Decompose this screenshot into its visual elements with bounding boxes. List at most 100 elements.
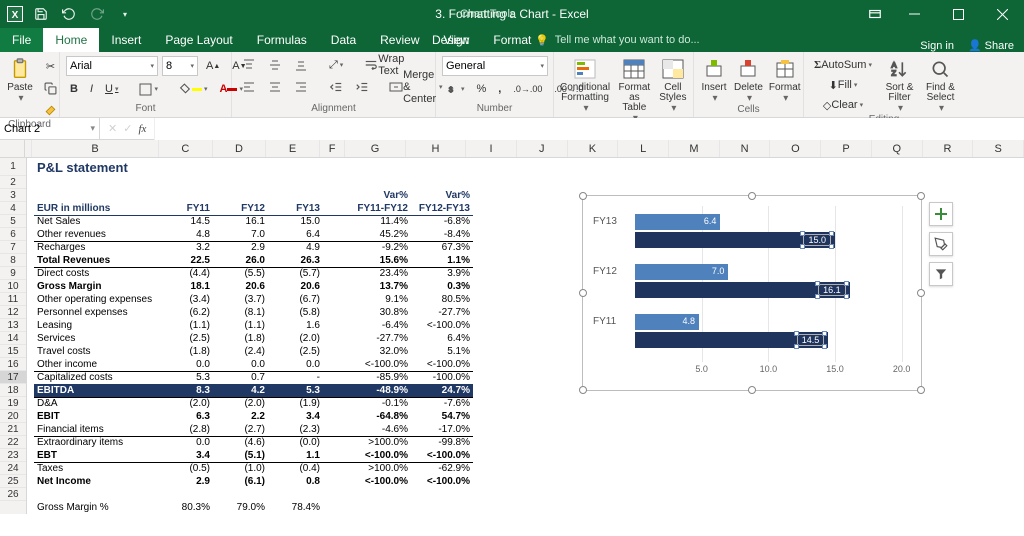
tab-design[interactable]: Design <box>420 28 481 52</box>
italic-button[interactable]: I <box>86 80 97 98</box>
select-all-corner[interactable] <box>0 140 25 157</box>
window-close-button[interactable] <box>980 0 1024 28</box>
copy-icon <box>44 82 57 95</box>
ribbon: Paste▾ ✂ Clipboard Arial▾ 8▾ A▲ A▼ B I U… <box>0 52 1024 118</box>
underline-button[interactable]: U▾ <box>101 80 122 98</box>
col-E[interactable]: E <box>266 140 320 157</box>
window-maximize-button[interactable] <box>936 0 980 28</box>
delete-cells-button[interactable]: Delete▾ <box>734 56 763 104</box>
copy-button[interactable] <box>40 79 61 97</box>
tab-insert[interactable]: Insert <box>99 28 153 52</box>
increase-decimal-button[interactable]: .0→.00 <box>509 80 546 98</box>
row-headers[interactable]: 1234567891011121314151617181920212223242… <box>0 158 27 514</box>
tab-data[interactable]: Data <box>319 28 368 52</box>
align-top-button[interactable] <box>238 56 260 74</box>
align-center-button[interactable] <box>264 78 286 96</box>
formula-bar[interactable] <box>155 118 1024 140</box>
share-button[interactable]: 👤Share <box>968 39 1014 52</box>
col-R[interactable]: R <box>923 140 974 157</box>
align-middle-button[interactable] <box>264 56 286 74</box>
sort-filter-button[interactable]: AZSort & Filter▾ <box>882 56 917 114</box>
conditional-formatting-button[interactable]: Conditional Formatting▾ <box>560 56 610 114</box>
column-headers[interactable]: B C D E F G H I J K L M N O P Q R S <box>0 140 1024 158</box>
format-cells-button[interactable]: Format▾ <box>769 56 801 104</box>
window-minimize-button[interactable] <box>892 0 936 28</box>
align-bottom-button[interactable] <box>290 56 312 74</box>
clear-button[interactable]: ◇ Clear▾ <box>810 96 876 114</box>
orientation-button[interactable]: ⤢▾ <box>325 56 347 74</box>
chart-x-axis: 5.010.015.020.0 <box>635 364 913 378</box>
fill-color-button[interactable]: ▾ <box>175 80 212 98</box>
tell-me-box[interactable]: 💡 Tell me what you want to do... <box>535 28 700 52</box>
format-painter-button[interactable] <box>40 101 61 119</box>
fill-button[interactable]: ⬇ Fill▾ <box>810 76 876 94</box>
insert-cells-button[interactable]: Insert▾ <box>700 56 728 104</box>
font-name-select[interactable]: Arial▾ <box>66 56 158 76</box>
sort-icon: AZ <box>885 56 913 82</box>
col-P[interactable]: P <box>821 140 872 157</box>
col-L[interactable]: L <box>618 140 669 157</box>
align-right-button[interactable] <box>290 78 312 96</box>
accounting-format-button[interactable]: $▾ <box>442 80 469 98</box>
col-J[interactable]: J <box>517 140 568 157</box>
name-box[interactable]: Chart 2▾ <box>0 118 100 140</box>
paste-button[interactable]: Paste▾ <box>6 56 34 104</box>
format-icon <box>771 56 799 82</box>
col-S[interactable]: S <box>973 140 1024 157</box>
group-alignment-label: Alignment <box>238 103 429 116</box>
qat-save-icon[interactable] <box>30 3 52 25</box>
autosum-button[interactable]: Σ AutoSum▾ <box>810 56 876 74</box>
col-Q[interactable]: Q <box>872 140 923 157</box>
col-B[interactable]: B <box>32 140 159 157</box>
chart-object[interactable]: 6.415.07.016.14.814.5 5.010.015.020.0 FY… <box>582 195 922 391</box>
increase-indent-button[interactable] <box>351 78 373 96</box>
col-M[interactable]: M <box>669 140 720 157</box>
col-O[interactable]: O <box>770 140 821 157</box>
col-F[interactable]: F <box>320 140 345 157</box>
find-select-button[interactable]: Find & Select▾ <box>923 56 958 114</box>
number-format-select[interactable]: General▾ <box>442 56 548 76</box>
col-K[interactable]: K <box>568 140 619 157</box>
enter-formula-icon[interactable]: ✓ <box>123 122 132 135</box>
pnl-table[interactable]: P&L statementVar%Var%EUR in millionsFY11… <box>34 158 473 514</box>
col-A[interactable] <box>25 140 32 157</box>
tab-file[interactable]: File <box>0 28 43 52</box>
cell-styles-button[interactable]: Cell Styles▾ <box>659 56 687 114</box>
worksheet[interactable]: 1234567891011121314151617181920212223242… <box>0 158 1024 514</box>
col-C[interactable]: C <box>159 140 213 157</box>
chart-plot-area[interactable]: 6.415.07.016.14.814.5 <box>635 206 913 362</box>
tab-page-layout[interactable]: Page Layout <box>153 28 244 52</box>
clipboard-icon <box>6 56 34 82</box>
percent-format-button[interactable]: % <box>473 80 491 98</box>
merge-icon <box>389 80 403 94</box>
format-as-table-button[interactable]: Format as Table▾ <box>616 56 653 124</box>
decrease-indent-button[interactable] <box>325 78 347 96</box>
tab-formulas[interactable]: Formulas <box>245 28 319 52</box>
align-left-button[interactable] <box>238 78 260 96</box>
cancel-formula-icon[interactable]: ✕ <box>108 122 117 135</box>
chart-styles-button[interactable] <box>929 232 953 256</box>
font-size-select[interactable]: 8▾ <box>162 56 198 76</box>
scissors-icon: ✂ <box>46 60 55 73</box>
insert-icon <box>700 56 728 82</box>
tab-home[interactable]: Home <box>43 28 99 52</box>
col-H[interactable]: H <box>406 140 466 157</box>
col-D[interactable]: D <box>213 140 267 157</box>
cut-button[interactable]: ✂ <box>40 57 61 75</box>
bold-button[interactable]: B <box>66 80 82 98</box>
increase-font-button[interactable]: A▲ <box>202 57 224 75</box>
comma-format-button[interactable]: , <box>494 80 505 98</box>
sign-in-link[interactable]: Sign in <box>920 40 954 52</box>
qat-undo-icon[interactable] <box>58 3 80 25</box>
col-I[interactable]: I <box>466 140 517 157</box>
qat-customize-icon[interactable]: ▾ <box>114 3 136 25</box>
col-G[interactable]: G <box>345 140 405 157</box>
borders-button[interactable]: ▾ <box>135 80 162 98</box>
chart-elements-button[interactable] <box>929 202 953 226</box>
qat-redo-icon[interactable] <box>86 3 108 25</box>
ribbon-options-icon[interactable] <box>858 0 892 28</box>
svg-text:Z: Z <box>892 69 897 78</box>
insert-function-button[interactable]: fx <box>138 123 146 135</box>
chart-filters-button[interactable] <box>929 262 953 286</box>
col-N[interactable]: N <box>720 140 771 157</box>
